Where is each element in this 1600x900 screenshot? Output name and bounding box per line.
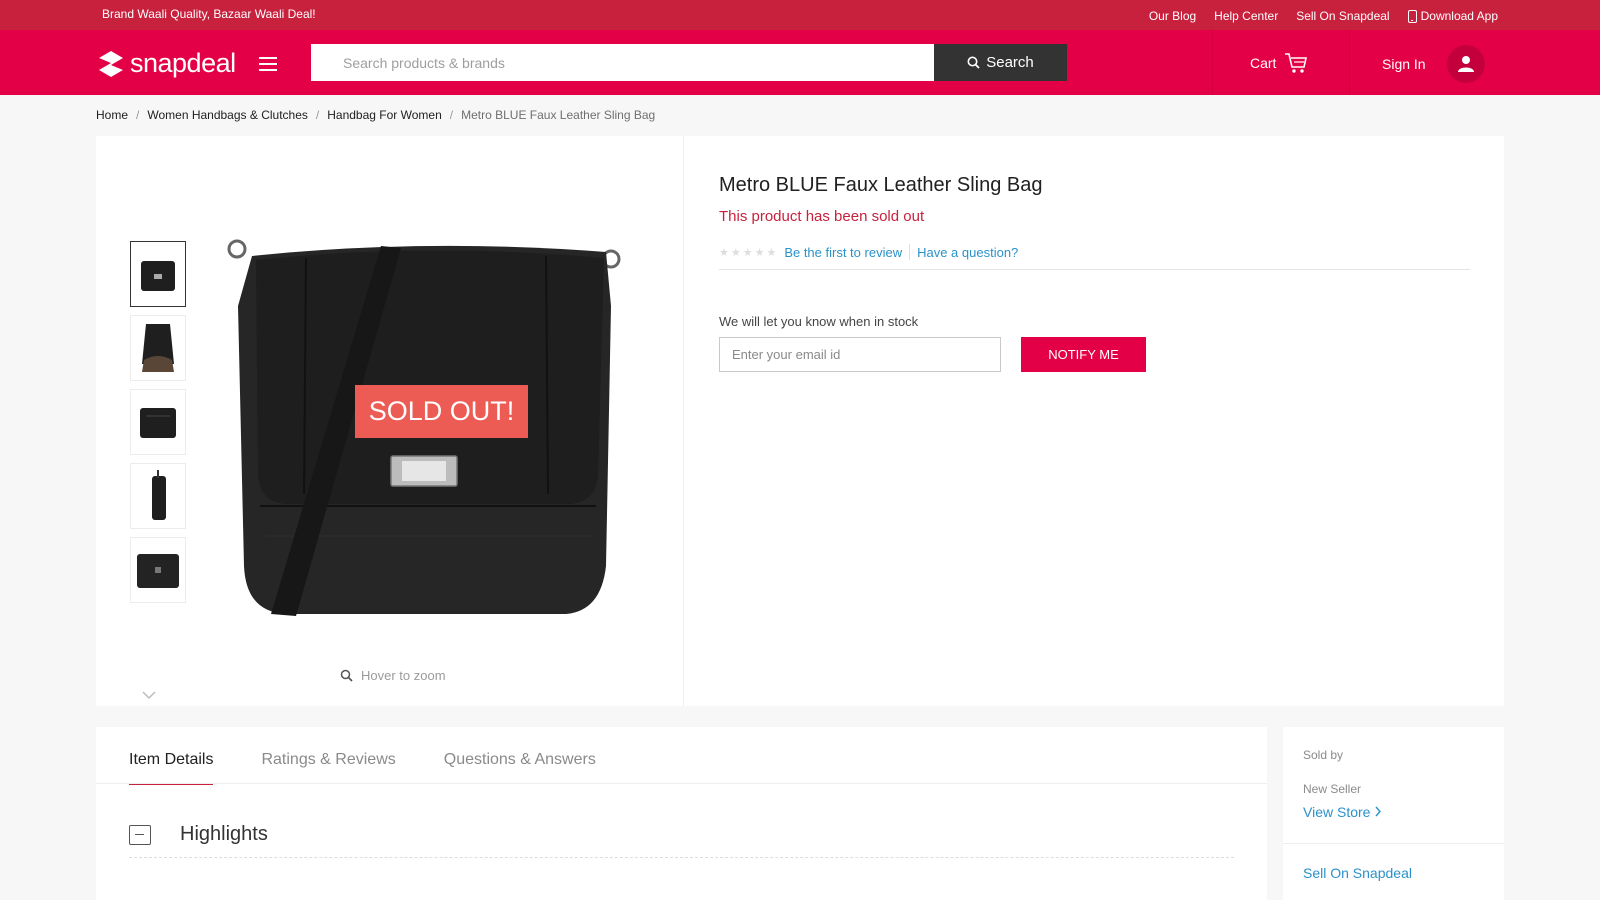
chevron-right-icon (1375, 806, 1382, 817)
phone-icon (1407, 9, 1417, 23)
divider (719, 269, 1470, 270)
main-header: snapdeal Search products & brands Search… (0, 30, 1600, 95)
cart-button[interactable]: Cart (1250, 52, 1308, 74)
header-divider (1212, 30, 1213, 95)
search-placeholder: Search products & brands (343, 54, 505, 71)
breadcrumb: Home / Women Handbags & Clutches / Handb… (96, 108, 655, 122)
breadcrumb-separator: / (449, 108, 454, 122)
thumbnail-image (142, 324, 174, 372)
hover-zoom-label: Hover to zoom (361, 668, 446, 683)
top-links: Our Blog Help Center Sell On Snapdeal Do… (1149, 9, 1498, 23)
divider (909, 244, 911, 260)
email-placeholder: Enter your email id (732, 347, 841, 362)
sign-in-link[interactable]: Sign In (1382, 56, 1426, 72)
email-field[interactable]: Enter your email id (719, 337, 1001, 372)
search-button-label: Search (986, 54, 1034, 71)
product-thumbnail[interactable] (130, 389, 186, 455)
sell-on-snapdeal-link[interactable]: Sell On Snapdeal (1303, 865, 1412, 881)
ask-question-link[interactable]: Have a question? (917, 245, 1018, 260)
rating-row: ★★★★★ Be the first to review Have a ques… (719, 244, 1018, 260)
product-gallery: SOLD OUT! Hover to zoom (96, 136, 683, 706)
chevron-down-icon[interactable] (142, 688, 156, 702)
breadcrumb-handbag-for-women[interactable]: Handbag For Women (327, 108, 442, 122)
view-store-link[interactable]: View Store (1303, 804, 1382, 820)
breadcrumb-separator: / (136, 108, 140, 122)
first-review-link[interactable]: Be the first to review (784, 245, 902, 260)
product-thumbnail[interactable] (130, 537, 186, 603)
breadcrumb-women-handbags[interactable]: Women Handbags & Clutches (147, 108, 308, 122)
thumbnail-image (152, 470, 166, 520)
user-icon (1458, 56, 1474, 72)
rating-stars-icon: ★★★★★ (719, 246, 779, 259)
sold-out-status: This product has been sold out (719, 208, 925, 225)
product-thumbnail[interactable] (130, 463, 186, 529)
sold-out-badge: SOLD OUT! (355, 385, 528, 438)
breadcrumb-separator: / (315, 108, 320, 122)
zoom-icon (340, 669, 353, 682)
collapse-icon[interactable] (129, 824, 151, 845)
breadcrumb-home[interactable]: Home (96, 108, 128, 122)
top-strip: Brand Waali Quality, Bazaar Waali Deal! … (0, 0, 1600, 30)
item-details-panel: Item Details Ratings & Reviews Questions… (96, 727, 1267, 900)
seller-name: New Seller (1303, 782, 1362, 796)
notify-me-button[interactable]: NOTIFY ME (1021, 337, 1146, 372)
sell-on-snapdeal-link[interactable]: Sell On Snapdeal (1296, 9, 1389, 23)
product-info: Metro BLUE Faux Leather Sling Bag This p… (683, 136, 1504, 706)
thumbnail-list (130, 241, 186, 611)
product-thumbnail[interactable] (130, 315, 186, 381)
breadcrumb-current: Metro BLUE Faux Leather Sling Bag (461, 108, 656, 122)
tab-item-details[interactable]: Item Details (129, 751, 214, 785)
menu-icon[interactable] (259, 57, 277, 71)
user-avatar[interactable] (1447, 45, 1485, 83)
search-button[interactable]: Search (934, 44, 1067, 81)
our-blog-link[interactable]: Our Blog (1149, 9, 1196, 23)
highlights-title: Highlights (180, 823, 268, 845)
thumbnail-image (137, 554, 179, 588)
divider (129, 857, 1234, 858)
download-app-label: Download App (1420, 9, 1498, 23)
seller-panel: Sold by New Seller View Store Sell On Sn… (1283, 727, 1504, 900)
tab-ratings-reviews[interactable]: Ratings & Reviews (261, 751, 395, 785)
snapdeal-logo[interactable]: snapdeal (96, 48, 236, 79)
thumbnail-image (141, 261, 175, 291)
help-center-link[interactable]: Help Center (1214, 9, 1278, 23)
logo-text: snapdeal (130, 48, 236, 78)
snapdeal-logo-icon (99, 50, 123, 77)
view-store-label: View Store (1303, 804, 1371, 820)
tab-questions-answers[interactable]: Questions & Answers (444, 751, 596, 785)
highlights-section[interactable]: Highlights (129, 823, 268, 846)
divider (1283, 843, 1504, 844)
sold-by-label: Sold by (1303, 748, 1344, 762)
cart-icon (1285, 53, 1308, 73)
product-thumbnail[interactable] (130, 241, 186, 307)
cart-label: Cart (1250, 55, 1277, 71)
divider (96, 783, 1267, 784)
download-app-link[interactable]: Download App (1407, 9, 1498, 23)
tagline: Brand Waali Quality, Bazaar Waali Deal! (102, 7, 316, 21)
product-title: Metro BLUE Faux Leather Sling Bag (719, 174, 1043, 196)
thumbnail-image (140, 408, 176, 438)
header-divider (1349, 30, 1350, 95)
hover-zoom-hint: Hover to zoom (340, 668, 446, 683)
search-icon (967, 56, 980, 69)
notify-label: We will let you know when in stock (719, 314, 919, 329)
details-tabs: Item Details Ratings & Reviews Questions… (129, 751, 596, 785)
search-input[interactable]: Search products & brands (311, 44, 934, 81)
